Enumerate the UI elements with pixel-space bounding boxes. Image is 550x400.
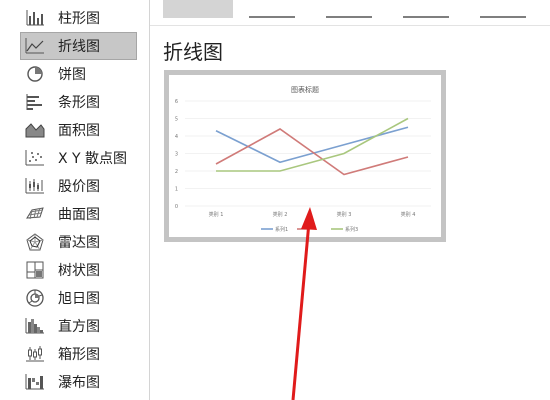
waterfall-chart-icon: [24, 372, 46, 392]
y-tick-label: 1: [175, 187, 178, 193]
line-chart: 图表标题 0 1 2 3 4 5 6 类别 1 类别 2 类别 3 类别 4 系列1 系列3: [175, 85, 431, 233]
bar-chart-icon: [24, 92, 46, 112]
sidebar-item-label: 树状图: [58, 263, 100, 279]
y-tick-label: 4: [175, 134, 178, 140]
sidebar-item-histogram-chart[interactable]: 直方图: [20, 312, 137, 340]
divider: [150, 25, 550, 26]
sidebar-item-pie-chart[interactable]: 饼图: [20, 60, 137, 88]
sidebar-item-label: 折线图: [58, 39, 100, 55]
sidebar-item-box-whisker-chart[interactable]: 箱形图: [20, 340, 137, 368]
sidebar-item-line-chart[interactable]: 折线图: [20, 32, 137, 60]
arrow-shaft: [291, 221, 311, 400]
sidebar-item-scatter-chart[interactable]: X Y 散点图: [20, 144, 137, 172]
chart-title: 图表标题: [291, 85, 319, 94]
y-tick-label: 5: [175, 117, 178, 123]
sidebar-item-label: 股价图: [58, 179, 100, 195]
x-tick-label: 类别 2: [273, 211, 288, 218]
sidebar-item-treemap-chart[interactable]: 树状图: [20, 256, 137, 284]
sidebar-item-label: 瀑布图: [58, 375, 100, 391]
section-title: 折线图: [163, 40, 223, 64]
series-line-1: [215, 126, 409, 164]
sidebar-item-area-chart[interactable]: 面积图: [20, 116, 137, 144]
scatter-chart-icon: [24, 148, 46, 168]
subtype-thumb-4[interactable]: [403, 0, 449, 18]
y-tick-label: 2: [175, 169, 178, 175]
sidebar-item-label: 面积图: [58, 123, 100, 139]
sidebar-item-label: 曲面图: [58, 207, 100, 223]
sidebar-item-stock-chart[interactable]: 股价图: [20, 172, 137, 200]
sidebar-item-label: 饼图: [58, 67, 86, 83]
column-chart-icon: [24, 8, 46, 28]
x-tick-label: 类别 4: [401, 211, 416, 218]
sidebar-item-bar-chart[interactable]: 条形图: [20, 88, 137, 116]
sidebar-item-label: 箱形图: [58, 347, 100, 363]
x-tick-label: 类别 1: [209, 211, 224, 218]
box-whisker-chart-icon: [24, 344, 46, 364]
stock-chart-icon: [24, 176, 46, 196]
sidebar-item-surface-chart[interactable]: 曲面图: [20, 200, 137, 228]
line-chart-icon: [24, 36, 46, 56]
sunburst-chart-icon: [24, 288, 46, 308]
sidebar-item-column-chart[interactable]: 柱形图: [20, 4, 137, 32]
legend-label: 系列3: [345, 226, 358, 233]
sidebar-item-label: 雷达图: [58, 235, 100, 251]
sidebar-item-label: X Y 散点图: [58, 151, 128, 167]
subtype-thumb-5[interactable]: [480, 0, 526, 18]
chart-preview[interactable]: 图表标题 0 1 2 3 4 5 6 类别 1 类别 2 类别 3 类别 4 系列1 系列3: [164, 70, 446, 242]
subtype-thumb-2[interactable]: [249, 0, 295, 18]
legend-label: 系列1: [275, 226, 288, 233]
sidebar-item-waterfall-chart[interactable]: 瀑布图: [20, 368, 137, 396]
area-chart-icon: [24, 120, 46, 140]
sidebar-item-label: 条形图: [58, 95, 100, 111]
pie-chart-icon: [24, 64, 46, 84]
sidebar-item-label: 直方图: [58, 319, 100, 335]
y-tick-label: 3: [175, 152, 178, 158]
treemap-chart-icon: [24, 260, 46, 280]
sidebar-item-sunburst-chart[interactable]: 旭日图: [20, 284, 137, 312]
y-tick-label: 6: [175, 99, 178, 105]
chart-type-sidebar: 柱形图折线图饼图条形图面积图 X Y 散点图 股价图曲面图雷达图树状图旭日图直方图箱…: [0, 0, 150, 400]
sidebar-item-radar-chart[interactable]: 雷达图: [20, 228, 137, 256]
x-tick-label: 类别 3: [337, 211, 352, 218]
y-tick-label: 0: [175, 204, 178, 210]
sidebar-item-label: 柱形图: [58, 11, 100, 27]
histogram-chart-icon: [24, 316, 46, 336]
subtype-thumb-1[interactable]: [163, 0, 233, 18]
surface-chart-icon: [24, 204, 46, 224]
subtype-thumb-3[interactable]: [326, 0, 372, 18]
radar-chart-icon: [24, 232, 46, 252]
sidebar-item-label: 旭日图: [58, 291, 100, 307]
